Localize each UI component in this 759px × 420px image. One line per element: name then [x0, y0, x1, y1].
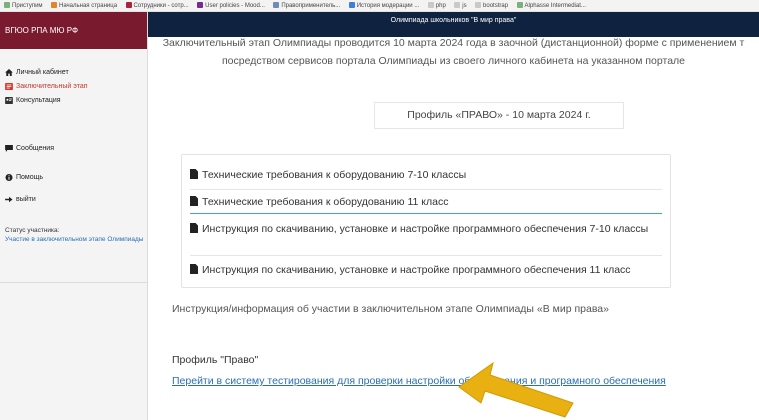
sidebar-item-label: Заключительный этап: [16, 83, 88, 90]
sidebar: ВГЮО РПА МЮ РФ Личный кабинет Заключител…: [0, 12, 148, 420]
file-icon: [190, 196, 198, 206]
sidebar-item-label: Помощь: [16, 174, 44, 181]
folder-icon: [454, 2, 461, 9]
bookmark-item[interactable]: История модерации ...: [348, 0, 419, 11]
divider: [190, 213, 662, 214]
brand-logo-text[interactable]: ВГЮО РПА МЮ РФ: [0, 12, 147, 49]
sidebar-item-messages[interactable]: Сообщения: [5, 145, 54, 152]
sidebar-item-label: Консультация: [16, 97, 61, 104]
home-icon: [5, 69, 13, 76]
bookmark-item[interactable]: Приступим: [4, 0, 43, 11]
document-link[interactable]: Инструкция по скачиванию, установке и на…: [190, 263, 662, 277]
folder-icon: [427, 2, 434, 9]
sidebar-divider: [0, 282, 148, 283]
profile-date-box: Профиль «ПРАВО» - 10 марта 2024 г.: [374, 102, 624, 129]
message-icon: [5, 145, 13, 152]
bookmark-item[interactable]: Правоприменитель...: [273, 0, 340, 11]
bookmark-item[interactable]: bootstrap: [475, 0, 508, 11]
announcement-banner: Заключительный этап Олимпиады проводится…: [148, 37, 759, 75]
info-icon: [5, 174, 13, 181]
document-link[interactable]: Технические требования к оборудованию 7-…: [190, 168, 662, 182]
bookmark-favicon-icon: [516, 2, 523, 9]
document-link[interactable]: Инструкция по скачиванию, установке и на…: [190, 222, 662, 236]
sidebar-item-label: Личный кабинет: [16, 69, 69, 76]
instruction-info-text: Инструкция/информация об участии в заклю…: [172, 303, 609, 315]
sidebar-item-consultation[interactable]: Консультация: [5, 97, 61, 104]
divider: [190, 255, 662, 256]
bookmark-item[interactable]: Начальная страница: [51, 0, 117, 11]
banner-line: Заключительный этап Олимпиады проводится…: [162, 37, 745, 49]
bookmark-item[interactable]: Alphasse Intermediat...: [516, 0, 586, 11]
bookmark-favicon-icon: [125, 2, 132, 9]
bookmark-favicon-icon: [4, 2, 10, 9]
stage-icon: [5, 83, 13, 90]
sidebar-item-help[interactable]: Помощь: [5, 174, 43, 181]
bookmark-favicon-icon: [51, 2, 57, 9]
consult-icon: [5, 97, 13, 104]
page-title: Олимпиада школьников "В мир права": [390, 17, 517, 24]
file-icon: [190, 223, 198, 233]
bookmarks-bar: Приступим Начальная страница Сотрудники …: [0, 0, 759, 12]
banner-line: посредством сервисов портала Олимпиады и…: [222, 55, 685, 67]
logout-icon: [5, 196, 13, 203]
status-value[interactable]: Участие в заключительном этапе Олимпиады: [5, 235, 145, 244]
file-icon: [190, 169, 198, 179]
status-label: Статус участника:: [5, 227, 60, 234]
documents-panel: Технические требования к оборудованию 7-…: [181, 154, 671, 288]
bookmark-item[interactable]: Сотрудники - сотр...: [125, 0, 189, 11]
bookmark-item[interactable]: User policies - Mood...: [197, 0, 265, 11]
bookmark-item[interactable]: js: [454, 0, 467, 11]
bookmark-favicon-icon: [273, 2, 280, 9]
file-icon: [190, 264, 198, 274]
sidebar-item-personal-cabinet[interactable]: Личный кабинет: [5, 69, 69, 76]
sidebar-item-logout[interactable]: выйти: [5, 196, 36, 203]
sidebar-item-label: выйти: [16, 196, 36, 203]
pointer-arrow-icon: [458, 361, 574, 418]
participant-status: Статус участника: Участие в заключительн…: [5, 226, 145, 244]
bookmark-favicon-icon: [197, 2, 204, 9]
testing-system-link[interactable]: Перейти в систему тестирования для прове…: [172, 375, 666, 387]
bookmark-favicon-icon: [348, 2, 355, 9]
profile-section-title: Профиль "Право": [172, 354, 259, 366]
folder-icon: [475, 2, 482, 9]
bookmark-item[interactable]: php: [427, 0, 446, 11]
sidebar-item-final-stage[interactable]: Заключительный этап: [5, 83, 88, 90]
divider: [190, 189, 662, 190]
document-link[interactable]: Технические требования к оборудованию 11…: [190, 195, 662, 209]
sidebar-item-label: Сообщения: [16, 145, 54, 152]
